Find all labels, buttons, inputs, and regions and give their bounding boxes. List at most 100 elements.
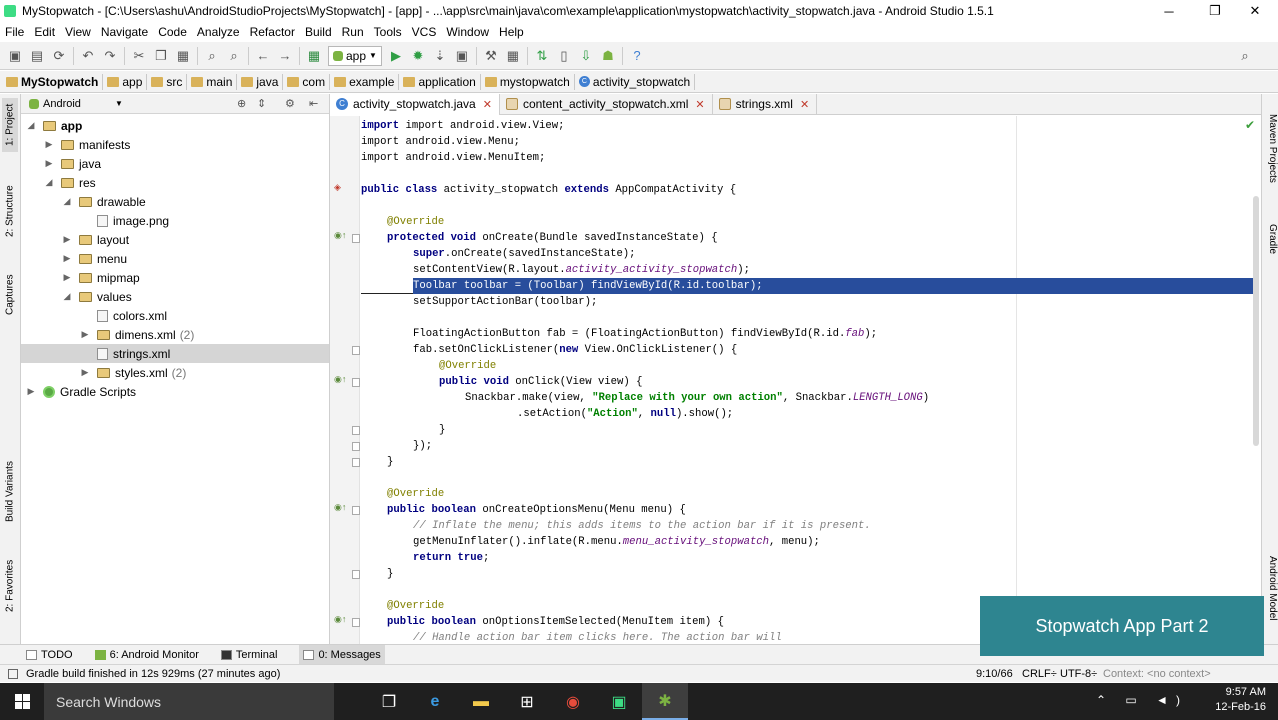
menu-code[interactable]: Code (153, 25, 192, 39)
override-marker-icon[interactable]: ◉↑ (334, 502, 346, 513)
project-structure-icon[interactable]: ⚒ (480, 45, 502, 67)
menu-build[interactable]: Build (300, 25, 337, 39)
tree-item-res[interactable]: ◢ res (21, 173, 329, 192)
breadcrumb-project[interactable]: MyStopwatch (6, 73, 104, 90)
android-studio-taskbar-icon[interactable]: ▣ (596, 683, 642, 720)
attach-debugger-icon[interactable]: ⇣ (429, 45, 451, 67)
tab-maven-projects[interactable]: Maven Projects (1263, 114, 1278, 194)
menu-run[interactable]: Run (337, 25, 369, 39)
save-icon[interactable]: ▤ (26, 45, 48, 67)
tree-item-dimens-xml[interactable]: ▶ dimens.xml (2) (21, 325, 329, 344)
tab-android-model[interactable]: Android Model (1263, 556, 1278, 636)
close-tab-icon[interactable]: ✕ (483, 98, 492, 111)
tree-item-gradle-scripts[interactable]: ▶ Gradle Scripts (21, 382, 329, 401)
menu-file[interactable]: File (0, 25, 29, 39)
breadcrumb-example[interactable]: example (334, 73, 400, 90)
class-marker-icon[interactable]: ◈ (334, 182, 341, 193)
override-marker-icon[interactable]: ◉↑ (334, 374, 346, 385)
tree-item-strings-xml[interactable]: strings.xml (21, 344, 329, 363)
avd-manager-icon[interactable]: ▯ (553, 45, 575, 67)
android-studio-active-icon[interactable]: ✱ (642, 683, 688, 720)
collapse-all-icon[interactable]: ⇕ (257, 97, 266, 110)
start-button[interactable] (0, 683, 44, 720)
edge-icon[interactable]: e (412, 683, 458, 720)
tab-messages[interactable]: 0: Messages (299, 644, 385, 665)
fold-marker-icon[interactable] (352, 234, 360, 243)
breadcrumb-com[interactable]: com (287, 73, 331, 90)
stop-icon[interactable]: ▣ (451, 45, 473, 67)
menu-vcs[interactable]: VCS (407, 25, 442, 39)
breadcrumb-class[interactable]: Cactivity_stopwatch (578, 73, 696, 90)
expanded-arrow-icon[interactable]: ◢ (61, 291, 73, 302)
breadcrumb-main[interactable]: main (191, 73, 238, 90)
settings-icon[interactable]: ▦ (502, 45, 524, 67)
tab-android-monitor[interactable]: 6: Android Monitor (94, 649, 199, 661)
chrome-icon[interactable]: ◉ (550, 683, 596, 720)
fold-marker-icon[interactable] (352, 378, 360, 387)
menu-window[interactable]: Window (441, 25, 494, 39)
menu-refactor[interactable]: Refactor (245, 25, 300, 39)
override-marker-icon[interactable]: ◉↑ (334, 230, 346, 241)
copy-icon[interactable]: ❐ (150, 45, 172, 67)
caret-position[interactable]: 9:10/66 (976, 668, 1013, 680)
menu-view[interactable]: View (60, 25, 96, 39)
breadcrumb-application[interactable]: application (403, 73, 481, 90)
tree-item-layout[interactable]: ▶ layout (21, 230, 329, 249)
status-toggle-icon[interactable] (8, 668, 18, 679)
locate-icon[interactable]: ⊕ (237, 97, 246, 110)
close-window-button[interactable]: ✕ (1232, 0, 1278, 22)
tab-terminal[interactable]: Terminal (220, 649, 277, 661)
tree-item-menu[interactable]: ▶ menu (21, 249, 329, 268)
tree-item-java[interactable]: ▶ java (21, 154, 329, 173)
fold-marker-icon[interactable] (352, 506, 360, 515)
make-project-icon[interactable]: ▦ (303, 45, 325, 67)
back-icon[interactable]: ← (252, 45, 274, 67)
context-indicator[interactable]: Context: <no context> (1103, 668, 1211, 680)
collapsed-arrow-icon[interactable]: ▶ (61, 234, 73, 245)
paste-icon[interactable]: ▦ (172, 45, 194, 67)
close-tab-icon[interactable]: ✕ (695, 98, 704, 111)
undo-icon[interactable]: ↶ (77, 45, 99, 67)
fold-marker-icon[interactable] (352, 346, 360, 355)
tree-item-values[interactable]: ◢ values (21, 287, 329, 306)
line-separator[interactable]: CRLF÷ (1022, 668, 1057, 680)
menu-analyze[interactable]: Analyze (192, 25, 245, 39)
project-view-selector[interactable]: Android ▼ (29, 98, 123, 110)
tab-strings-xml[interactable]: strings.xml ✕ (713, 93, 818, 115)
tab-todo[interactable]: TODO (26, 649, 73, 661)
breadcrumb-mystopwatch[interactable]: mystopwatch (484, 73, 575, 90)
collapsed-arrow-icon[interactable]: ▶ (61, 253, 73, 264)
minimize-button[interactable]: ─ (1146, 0, 1192, 22)
fold-marker-icon[interactable] (352, 458, 360, 467)
tab-activity-stopwatch-java[interactable]: Cactivity_stopwatch.java ✕ (330, 93, 500, 115)
fold-marker-icon[interactable] (352, 618, 360, 627)
find-icon[interactable]: ⌕ (201, 45, 223, 67)
collapsed-arrow-icon[interactable]: ▶ (79, 367, 91, 378)
tree-item-drawable[interactable]: ◢ drawable (21, 192, 329, 211)
menu-navigate[interactable]: Navigate (96, 25, 153, 39)
tree-item-colors-xml[interactable]: colors.xml (21, 306, 329, 325)
collapsed-arrow-icon[interactable]: ▶ (79, 329, 91, 340)
tree-item-app[interactable]: ◢ app (21, 116, 329, 135)
tree-item-manifests[interactable]: ▶ manifests (21, 135, 329, 154)
taskbar-search-box[interactable]: Search Windows (44, 683, 334, 720)
close-tab-icon[interactable]: ✕ (800, 98, 809, 111)
breadcrumb-app[interactable]: app (107, 73, 148, 90)
override-marker-icon[interactable]: ◉↑ (334, 614, 346, 625)
collapsed-arrow-icon[interactable]: ▶ (43, 139, 55, 150)
collapsed-arrow-icon[interactable]: ▶ (61, 272, 73, 283)
editor-scrollbar[interactable] (1253, 196, 1259, 446)
store-icon[interactable]: ⊞ (504, 683, 550, 720)
redo-icon[interactable]: ↷ (99, 45, 121, 67)
forward-icon[interactable]: → (274, 45, 296, 67)
menu-help[interactable]: Help (494, 25, 529, 39)
replace-icon[interactable]: ⌕ (223, 45, 245, 67)
tab-structure[interactable]: 2: Structure (2, 178, 18, 244)
task-view-icon[interactable]: ❐ (366, 683, 412, 720)
tree-item-image-png[interactable]: image.png (21, 211, 329, 230)
open-folder-icon[interactable]: ▣ (4, 45, 26, 67)
menu-tools[interactable]: Tools (369, 25, 407, 39)
breadcrumb-java[interactable]: java (241, 73, 284, 90)
expanded-arrow-icon[interactable]: ◢ (25, 120, 37, 131)
code-editor[interactable]: ◈ ◉↑ ◉↑ ◉↑ ◉↑ ✔ import import android.vi… (330, 116, 1261, 644)
